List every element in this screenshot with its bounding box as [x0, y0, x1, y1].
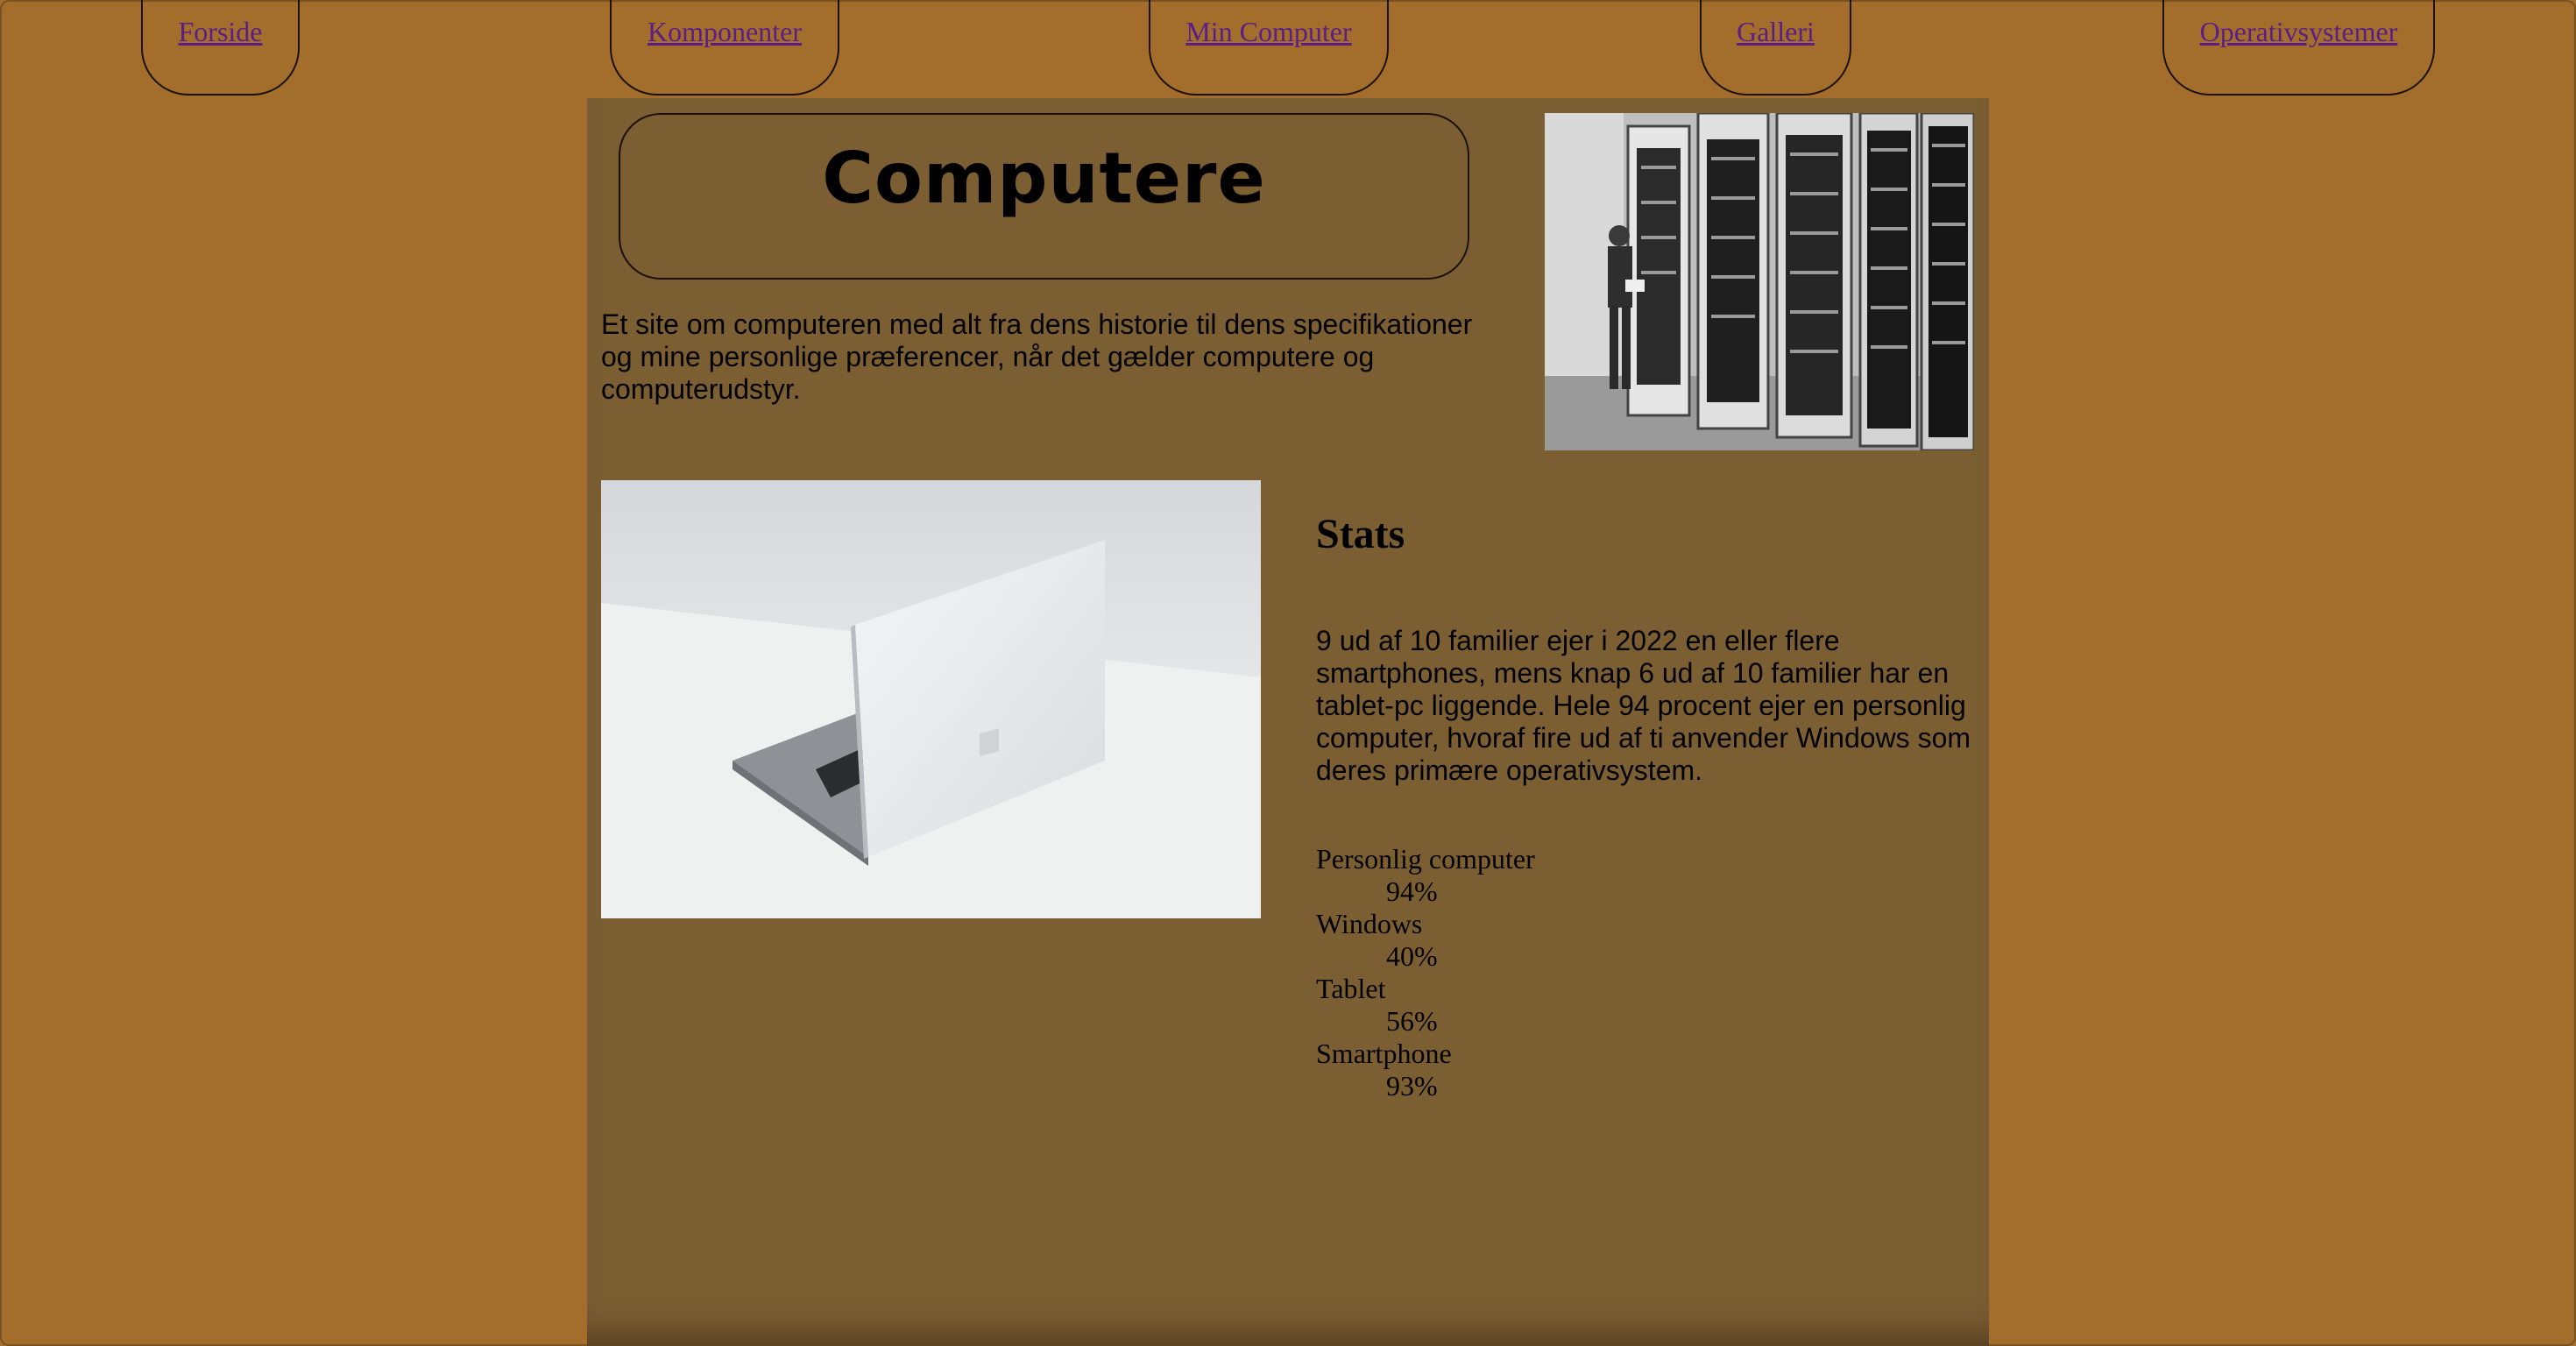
stat-value-smartphone: 93% — [1386, 1070, 1438, 1102]
nav-link-komponenter[interactable]: Komponenter — [648, 16, 802, 47]
laptop-image — [601, 480, 1261, 918]
stat-value-windows: 40% — [1386, 940, 1438, 972]
intro-text: Et site om computeren med alt fra dens h… — [601, 308, 1473, 405]
nav-item-galleri[interactable]: Galleri — [1700, 0, 1851, 96]
page-title: Computere — [822, 138, 1266, 219]
nav-link-forside[interactable]: Forside — [179, 16, 263, 47]
nav-item-forside[interactable]: Forside — [141, 0, 300, 96]
stat-value-personal-computer: 94% — [1386, 875, 1438, 907]
nav-item-komponenter[interactable]: Komponenter — [610, 0, 839, 96]
stats-heading: Stats — [1316, 511, 1405, 557]
stats-list: Personlig computer 94% Windows 40% Table… — [1316, 843, 1535, 1102]
top-navigation: Forside Komponenter Min Computer Galleri… — [0, 0, 2576, 98]
stat-value-tablet: 56% — [1386, 1005, 1438, 1037]
server-room-image — [1545, 113, 1974, 450]
nav-item-min-computer[interactable]: Min Computer — [1149, 0, 1389, 96]
stat-label-smartphone: Smartphone — [1316, 1038, 1452, 1069]
page-title-box: Computere — [619, 113, 1469, 280]
laptop-illustration — [601, 480, 1261, 918]
nav-link-min-computer[interactable]: Min Computer — [1185, 16, 1351, 47]
stat-label-windows: Windows — [1316, 908, 1423, 939]
nav-item-operativsystemer[interactable]: Operativsystemer — [2162, 0, 2435, 96]
nav-link-galleri[interactable]: Galleri — [1737, 16, 1815, 47]
stat-label-personal-computer: Personlig computer — [1316, 843, 1535, 875]
stat-label-tablet: Tablet — [1316, 973, 1386, 1004]
stats-description: 9 ud af 10 familier ejer i 2022 en eller… — [1316, 625, 1971, 786]
main-panel: Computere Et site om computeren med alt … — [587, 98, 1989, 1346]
server-room-illustration — [1545, 113, 1974, 450]
nav-link-operativsystemer[interactable]: Operativsystemer — [2200, 16, 2398, 47]
